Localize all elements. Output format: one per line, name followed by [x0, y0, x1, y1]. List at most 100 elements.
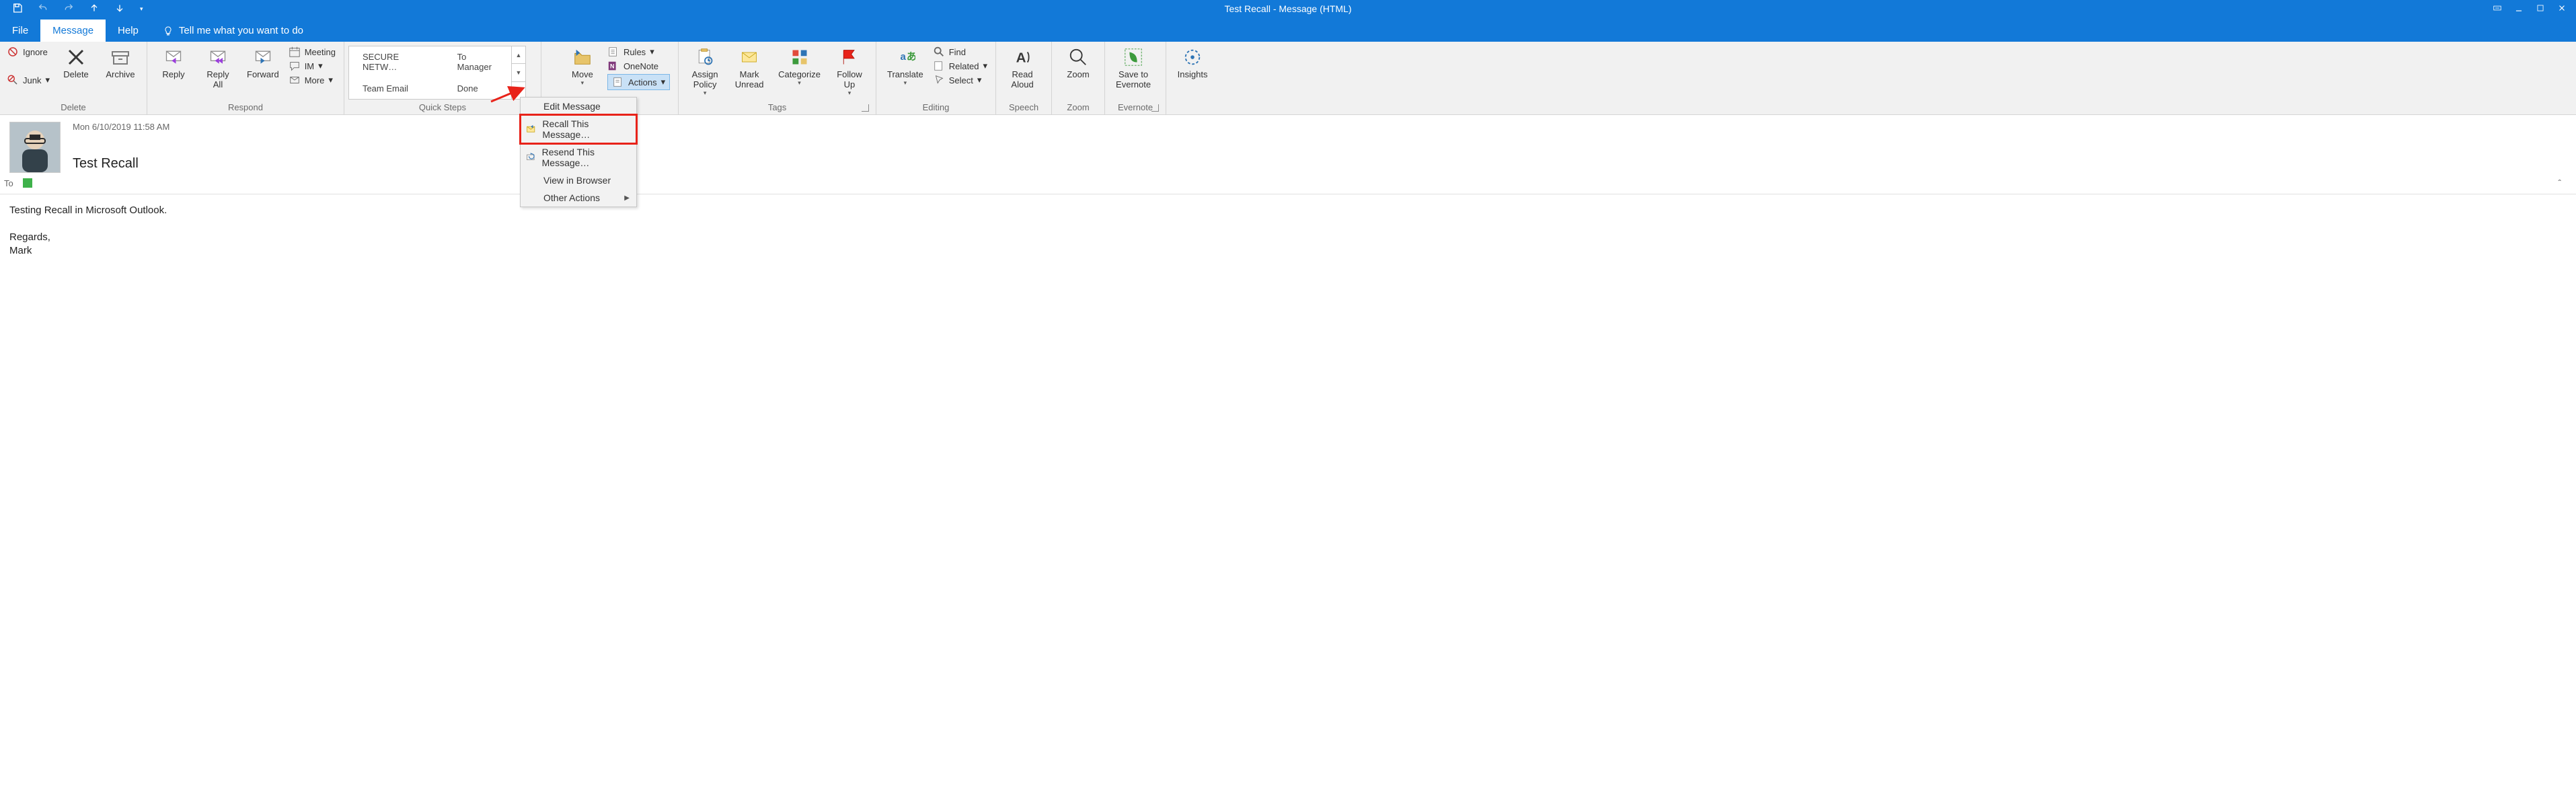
presence-icon — [23, 178, 32, 188]
to-label: To — [4, 178, 13, 188]
quick-steps-gallery[interactable]: SECURE NETW… Team Email To Manager Done — [348, 46, 526, 100]
more-label: More — [305, 75, 325, 85]
onenote-label: OneNote — [623, 61, 658, 71]
quick-step-item[interactable]: Done — [452, 83, 503, 94]
reply-all-label: Reply All — [206, 69, 229, 89]
group-tags-label: Tags — [768, 102, 786, 112]
respond-more-button[interactable]: More ▾ — [289, 74, 336, 86]
delete-icon — [65, 46, 87, 69]
mark-unread-button[interactable]: Mark Unread — [727, 44, 771, 89]
quick-step-item[interactable]: SECURE NETW… — [357, 52, 436, 72]
tags-launcher[interactable] — [862, 104, 869, 112]
group-respond-label: Respond — [151, 101, 340, 114]
blank-icon — [526, 192, 537, 203]
delete-button[interactable]: Delete — [54, 44, 98, 79]
junk-button[interactable]: Junk ▾ — [7, 74, 50, 86]
actions-button[interactable]: Actions ▾ — [607, 74, 670, 90]
delete-label: Delete — [63, 69, 89, 79]
tab-message[interactable]: Message — [40, 20, 106, 42]
blank-icon — [526, 175, 537, 186]
quick-step-item[interactable]: Team Email — [357, 83, 436, 94]
read-aloud-button[interactable]: A Read Aloud — [1000, 44, 1045, 89]
minimize-icon[interactable] — [2514, 3, 2524, 15]
follow-up-icon — [838, 46, 861, 69]
assign-policy-label: Assign Policy — [692, 69, 718, 89]
menu-other-actions[interactable]: Other Actions ▶ — [521, 189, 636, 207]
zoom-icon — [1067, 46, 1090, 69]
more-icon — [289, 74, 301, 86]
quick-step-label: To Manager — [457, 52, 503, 72]
tell-me[interactable]: Tell me what you want to do — [151, 20, 315, 42]
categorize-label: Categorize — [778, 69, 821, 79]
archive-button[interactable]: Archive — [98, 44, 143, 79]
ribbon-options-icon[interactable] — [2493, 3, 2502, 15]
menu-view-browser[interactable]: View in Browser — [521, 172, 636, 189]
undo-icon[interactable] — [38, 3, 48, 15]
zoom-button[interactable]: Zoom — [1056, 44, 1100, 79]
im-button[interactable]: IM ▾ — [289, 60, 336, 72]
categorize-button[interactable]: Categorize▾ — [771, 44, 827, 87]
insights-button[interactable]: Insights — [1170, 44, 1215, 79]
save-evernote-button[interactable]: Save to Evernote — [1109, 44, 1158, 89]
blank-icon — [526, 101, 537, 112]
forward-icon — [252, 46, 274, 69]
evernote-launcher[interactable] — [1151, 104, 1159, 112]
related-button[interactable]: Related ▾ — [933, 60, 987, 72]
reply-button[interactable]: Reply — [151, 44, 196, 79]
quick-step-label: SECURE NETW… — [363, 52, 436, 72]
menu-recall-message[interactable]: Recall This Message… — [521, 115, 636, 143]
zoom-label: Zoom — [1067, 69, 1089, 79]
tab-file[interactable]: File — [0, 20, 40, 42]
translate-icon: aあ — [894, 46, 917, 69]
group-editing-label: Editing — [880, 101, 991, 114]
svg-text:A: A — [1016, 50, 1026, 66]
svg-text:a: a — [900, 51, 906, 63]
translate-button[interactable]: aあ Translate▾ — [880, 44, 930, 87]
meeting-label: Meeting — [305, 47, 336, 57]
rules-icon — [607, 46, 619, 58]
forward-button[interactable]: Forward — [240, 44, 286, 79]
menu-resend-message[interactable]: Resend This Message… — [521, 143, 636, 172]
related-icon — [933, 60, 945, 72]
tell-me-label: Tell me what you want to do — [179, 25, 303, 36]
menu-label: Other Actions — [543, 192, 600, 203]
up-icon[interactable] — [89, 3, 100, 15]
menu-label: Recall This Message… — [542, 118, 630, 140]
quick-step-item[interactable]: To Manager — [452, 52, 503, 72]
menu-label: Resend This Message… — [542, 147, 630, 168]
move-button[interactable]: Move ▾ — [560, 44, 605, 87]
im-label: IM — [305, 61, 314, 71]
onenote-icon: N — [607, 60, 619, 72]
rules-button[interactable]: Rules ▾ — [607, 46, 670, 58]
down-icon[interactable] — [114, 3, 125, 15]
select-button[interactable]: Select ▾ — [933, 74, 987, 86]
meeting-button[interactable]: Meeting — [289, 46, 336, 58]
find-button[interactable]: Find — [933, 46, 987, 58]
save-icon[interactable] — [12, 3, 23, 15]
collapse-header-button[interactable]: ˆ — [2558, 178, 2567, 188]
actions-label: Actions — [628, 77, 657, 87]
redo-icon[interactable] — [63, 3, 74, 15]
move-label: Move — [572, 69, 593, 79]
assign-policy-button[interactable]: Assign Policy▾ — [683, 44, 727, 97]
menu-edit-message[interactable]: Edit Message — [521, 98, 636, 115]
ignore-label: Ignore — [23, 47, 48, 57]
tab-help[interactable]: Help — [106, 20, 151, 42]
follow-up-label: Follow Up — [837, 69, 862, 89]
categorize-icon — [788, 46, 811, 69]
group-speech-label: Speech — [1000, 101, 1047, 114]
onenote-button[interactable]: N OneNote — [607, 60, 670, 72]
evernote-icon — [1122, 46, 1145, 69]
gallery-down-icon[interactable]: ▼ — [512, 64, 525, 81]
close-icon[interactable] — [2557, 3, 2567, 15]
reply-all-button[interactable]: Reply All — [196, 44, 240, 89]
insights-icon — [1181, 46, 1204, 69]
follow-up-button[interactable]: Follow Up▾ — [827, 44, 872, 97]
qat-customize-icon[interactable]: ▾ — [140, 5, 143, 13]
gallery-up-icon[interactable]: ▲ — [512, 46, 525, 64]
quick-access-toolbar: ▾ — [0, 3, 143, 15]
message-date: Mon 6/10/2019 11:58 AM — [73, 122, 169, 132]
ignore-button[interactable]: Ignore — [7, 46, 50, 58]
menu-label: Edit Message — [543, 101, 601, 112]
maximize-icon[interactable] — [2536, 3, 2545, 15]
